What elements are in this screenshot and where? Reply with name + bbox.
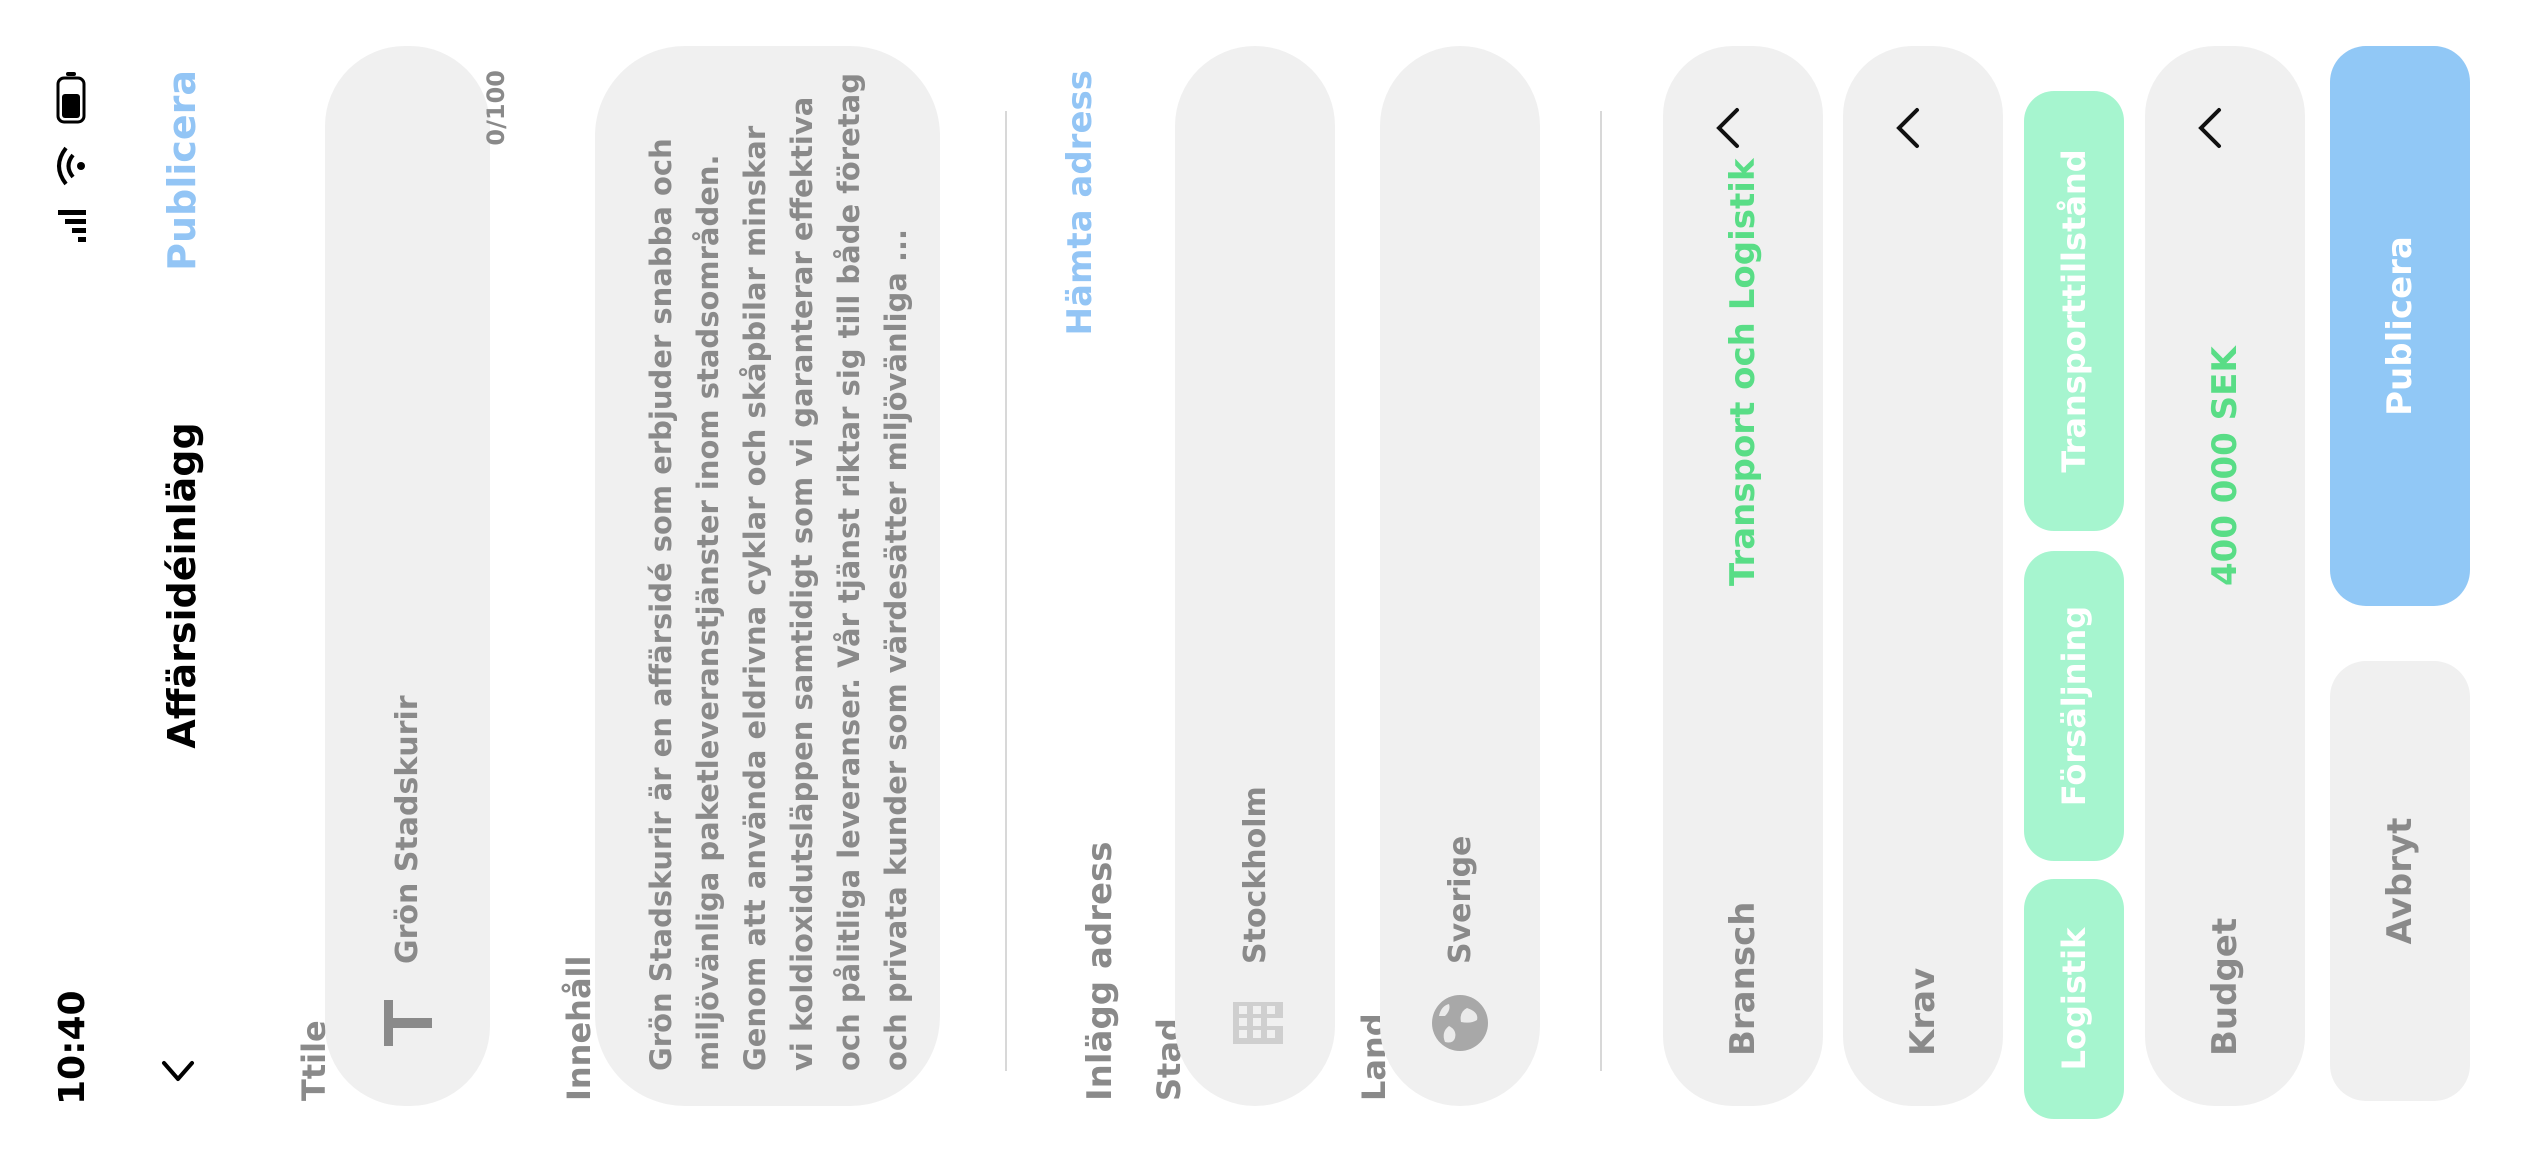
publish-link[interactable]: Publicera: [160, 70, 204, 271]
cancel-button[interactable]: Avbryt: [2330, 661, 2470, 1101]
content-line: vi koldioxidutsläppen samtidigt som vi g…: [785, 96, 819, 1071]
chip-forsaljning[interactable]: Försäljning: [2024, 551, 2124, 861]
city-input[interactable]: Stockholm: [1175, 46, 1335, 1106]
fetch-address-link[interactable]: Hämta adress: [1060, 70, 1100, 335]
content-line: miljövänliga paketleveranstjänster inom …: [691, 154, 725, 1071]
budget-select[interactable]: Budget 400 000 SEK: [2145, 46, 2305, 1106]
chevron-up-icon: [1713, 106, 1745, 150]
globe-icon: [1431, 988, 1489, 1058]
content-line: och privata kunder som värdesätter miljö…: [879, 228, 913, 1071]
title-value: Grön Stadskurir: [390, 695, 425, 964]
address-label: Inlägg adress: [1080, 841, 1120, 1101]
industry-value: Transport och Logistik: [1723, 158, 1763, 587]
signal-icon: [56, 208, 90, 242]
content-text: Grön Stadskurir är en affärsidé som erbj…: [638, 71, 920, 1071]
chevron-up-icon: [1893, 106, 1925, 150]
industry-select[interactable]: Bransch Transport och Logistik: [1663, 46, 1823, 1106]
status-time: 10:40: [52, 990, 93, 1105]
battery-icon: [56, 70, 90, 124]
content-line: Grön Stadskurir är en affärsidé som erbj…: [644, 138, 678, 1071]
title-input[interactable]: Grön Stadskurir: [325, 46, 490, 1106]
chip-logistik[interactable]: Logistik: [2024, 879, 2124, 1119]
requirements-label: Krav: [1903, 967, 1943, 1056]
content-label: Innehåll: [560, 955, 598, 1101]
status-icons: [56, 70, 90, 242]
text-icon: [383, 988, 432, 1058]
city-value: Stockholm: [1237, 786, 1273, 964]
divider: [1005, 111, 1007, 1071]
divider: [1600, 111, 1602, 1071]
requirements-select[interactable]: Krav: [1843, 46, 2003, 1106]
budget-value: 400 000 SEK: [2205, 346, 2245, 586]
content-line: och pålitliga leveranser. Vår tjänst rik…: [832, 73, 866, 1071]
building-icon: [1227, 988, 1283, 1058]
publish-button[interactable]: Publicera: [2330, 46, 2470, 606]
title-counter: 0/100: [482, 70, 510, 146]
screen: 10:40 Affärsidéinlägg Publicera Ttile Gr…: [0, 0, 2533, 1171]
chip-transporttillstand[interactable]: Transporttillstånd: [2024, 91, 2124, 531]
chevron-up-icon: [2195, 106, 2227, 150]
country-value: Sverige: [1442, 835, 1478, 964]
wifi-icon: [56, 146, 90, 186]
budget-label: Budget: [2205, 917, 2245, 1056]
country-input[interactable]: Sverige: [1380, 46, 1540, 1106]
industry-label: Bransch: [1723, 901, 1763, 1056]
content-line: Genom att använda eldrivna cyklar och sk…: [738, 125, 772, 1071]
